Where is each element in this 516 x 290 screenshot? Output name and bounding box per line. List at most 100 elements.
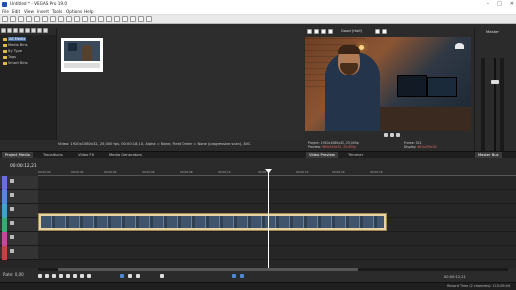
media-thumbnail[interactable] [61,38,103,72]
copy-icon[interactable] [58,16,64,22]
play-icon[interactable] [59,274,63,278]
thumbnail-image [64,41,100,61]
docking-tabs: Project Media Transitions Video FX Media… [0,151,516,159]
trim-icon[interactable] [136,274,140,278]
minimize-icon[interactable]: – [487,1,490,7]
remove-media-icon[interactable] [19,28,24,33]
ripple-toggle-icon[interactable] [240,274,244,278]
track-icon[interactable] [10,221,14,225]
redo-icon[interactable] [82,16,88,22]
play-from-start-icon[interactable] [52,274,56,278]
marker-icon[interactable] [160,274,164,278]
open-icon[interactable] [10,16,16,22]
menu-insert[interactable]: Insert [37,9,49,14]
media-info: Video: 1920x1080x32, 25,000 fps, 00:00:1… [58,142,251,146]
edit-tool-icon[interactable] [120,274,124,278]
search-icon[interactable] [43,28,48,33]
snap-toggle-icon[interactable] [232,274,236,278]
snap-icon[interactable] [90,16,96,22]
external-monitor-icon[interactable] [328,29,333,34]
ruler-tick: 00:00:08 [180,170,193,174]
menu-tools[interactable]: Tools [52,9,62,14]
help-icon[interactable] [146,16,152,22]
save-snapshot-icon[interactable] [382,29,387,34]
preview-settings-icon[interactable] [307,29,312,34]
track-header-3[interactable] [0,204,38,218]
go-to-end-icon[interactable] [87,274,91,278]
track-header-2[interactable] [0,190,38,204]
video-preview-frame [305,37,471,131]
undo-icon[interactable] [74,16,80,22]
tree-item-media-bins[interactable]: Media Bins [8,43,28,47]
record-icon[interactable] [38,274,42,278]
project-media-toolbar [0,28,58,35]
transport-bar [0,271,516,282]
view-icon[interactable] [37,28,42,33]
cursor-timecode: 00:00:12,21 [444,275,466,279]
split-screen-icon[interactable] [314,29,319,34]
window-title: Untitled * - VEGAS Pro 19.0 [10,1,68,6]
selection-tool-icon[interactable] [130,16,136,22]
stop-icon[interactable] [396,133,400,137]
pause-icon[interactable] [66,274,70,278]
stop-icon[interactable] [73,274,77,278]
play-icon[interactable] [384,133,388,137]
paste-icon[interactable] [66,16,72,22]
playback-rate[interactable]: Rate: 0,00 [3,272,24,277]
zoom-tool-icon[interactable] [138,16,144,22]
track-icon[interactable] [10,249,14,253]
capture-icon[interactable] [7,28,12,33]
track-icon[interactable] [10,207,14,211]
ruler-tick: 00:00:04 [104,170,117,174]
new-project-icon[interactable] [2,16,8,22]
copy-snapshot-icon[interactable] [375,29,380,34]
save-as-icon[interactable] [26,16,32,22]
tree-item-all-media[interactable]: All Media [8,37,27,41]
get-media-icon[interactable] [13,28,18,33]
preview-format: 960x540x32, 25,000p [321,144,357,149]
auto-ripple-icon[interactable] [98,16,104,22]
menu-help[interactable]: Help [84,9,94,14]
ruler-tick: 00:00:16 [332,170,345,174]
loop-icon[interactable] [45,274,49,278]
track-header-6[interactable] [0,246,38,260]
overlays-icon[interactable] [321,29,326,34]
video-clip[interactable] [38,213,387,231]
cut-icon[interactable] [50,16,56,22]
media-properties-icon[interactable] [31,28,36,33]
tree-item-smart-bins[interactable]: Smart Bins [8,61,28,65]
import-media-icon[interactable] [1,28,6,33]
preview-quality[interactable]: Good (Half) [341,29,362,33]
pause-icon[interactable] [390,133,394,137]
thumbnail-caption [64,63,100,68]
playhead[interactable] [268,170,269,268]
menu-options[interactable]: Options [66,9,82,14]
menu-file[interactable]: File [2,9,9,14]
track-header-1[interactable] [0,176,38,190]
track-icon[interactable] [10,235,14,239]
envelope-tool-icon[interactable] [122,16,128,22]
record-time: Record Time (2 channels): 115:09:44 [447,284,510,288]
lock-envelopes-icon[interactable] [106,16,112,22]
track-header-4[interactable] [0,218,38,232]
menu-edit[interactable]: Edit [12,9,20,14]
close-icon[interactable]: ✕ [510,1,514,7]
go-to-start-icon[interactable] [80,274,84,278]
media-fx-icon[interactable] [25,28,30,33]
track-icon[interactable] [10,179,14,183]
render-icon[interactable] [34,16,40,22]
folder-icon [3,50,7,53]
normal-edit-tool-icon[interactable] [114,16,120,22]
master-fader[interactable] [491,80,499,84]
menu-view[interactable]: View [24,9,34,14]
properties-icon[interactable] [42,16,48,22]
maximize-icon[interactable]: □ [497,1,502,7]
split-icon[interactable] [128,274,132,278]
tree-item-by-type[interactable]: By Type [8,49,22,53]
track-icon[interactable] [10,193,14,197]
tree-item-tags[interactable]: Tags [8,55,16,59]
track-header-5[interactable] [0,232,38,246]
folder-icon [3,38,7,41]
save-icon[interactable] [18,16,24,22]
display-size: 461x259x32 [417,144,437,149]
